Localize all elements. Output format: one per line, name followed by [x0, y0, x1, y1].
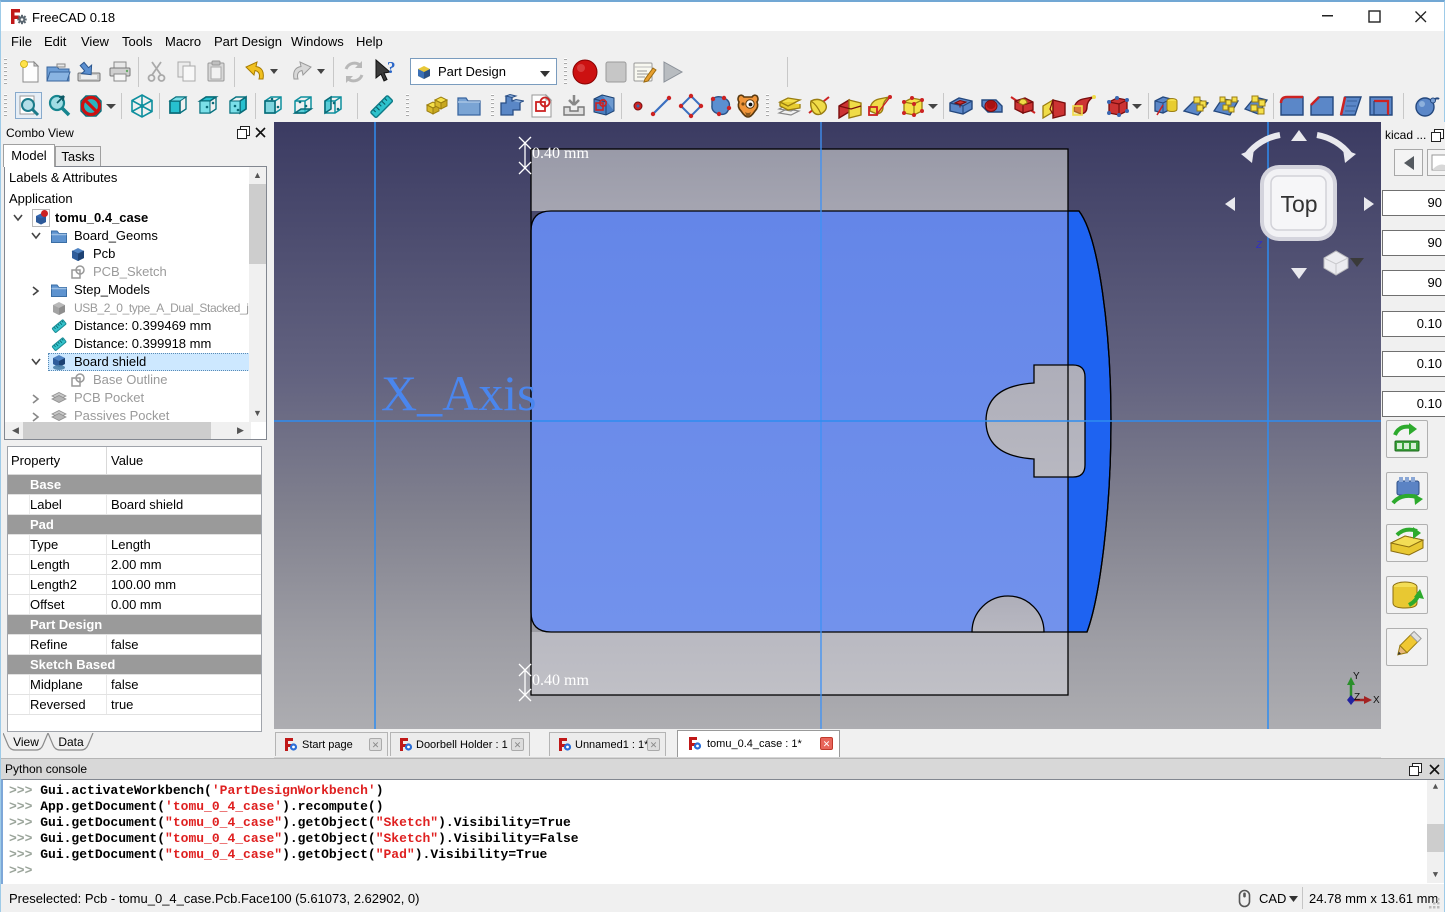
svg-text:?: ? — [387, 58, 396, 77]
svg-text:z: z — [1255, 236, 1263, 251]
svg-text:Z: Z — [1354, 692, 1360, 703]
svg-text:Top: Top — [1280, 191, 1317, 217]
svg-text:0.40 mm: 0.40 mm — [532, 672, 589, 689]
svg-text:Y: Y — [1353, 671, 1360, 682]
svg-text:Data: Data — [58, 735, 84, 749]
svg-text:View: View — [13, 735, 39, 749]
svg-text:X: X — [1373, 695, 1380, 706]
svg-text:0.40 mm: 0.40 mm — [532, 145, 589, 162]
svg-text:X_Axis: X_Axis — [381, 365, 537, 421]
